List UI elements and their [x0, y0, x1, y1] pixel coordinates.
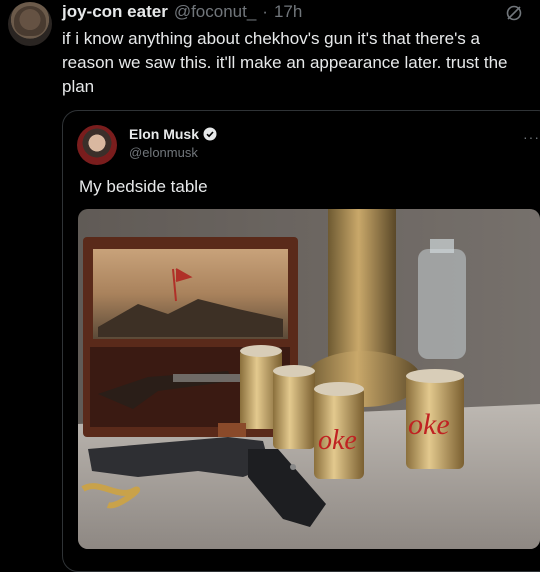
user-handle[interactable]: @foconut_ [174, 2, 256, 22]
timestamp[interactable]: 17h [274, 2, 302, 22]
can-logo-right: oke [408, 408, 450, 441]
tweet-text: if i know anything about chekhov's gun i… [62, 29, 508, 96]
quoted-handle[interactable]: @elonmusk [129, 145, 198, 160]
grok-icon[interactable] [505, 4, 523, 22]
display-name[interactable]: joy-con eater [62, 2, 168, 22]
quoted-avatar[interactable] [77, 125, 117, 165]
quoted-display-name[interactable]: Elon Musk [129, 126, 199, 142]
quoted-name-row: Elon Musk [129, 126, 217, 142]
bedside-table-photo[interactable]: oke oke [78, 209, 540, 549]
user-avatar[interactable] [8, 2, 52, 46]
water-bottle [418, 249, 466, 359]
separator-dot: · [262, 2, 268, 21]
photo-illustration: oke oke [78, 209, 540, 549]
can-logo-left: oke [318, 425, 357, 456]
more-options-icon[interactable]: ··· [523, 129, 540, 145]
tweet-header: joy-con eater @foconut_ · 17h [62, 2, 302, 24]
verified-badge-icon [203, 127, 217, 141]
quoted-tweet[interactable]: Elon Musk @elonmusk ··· My bedside table [62, 110, 540, 572]
quoted-text: My bedside table [79, 177, 208, 196]
